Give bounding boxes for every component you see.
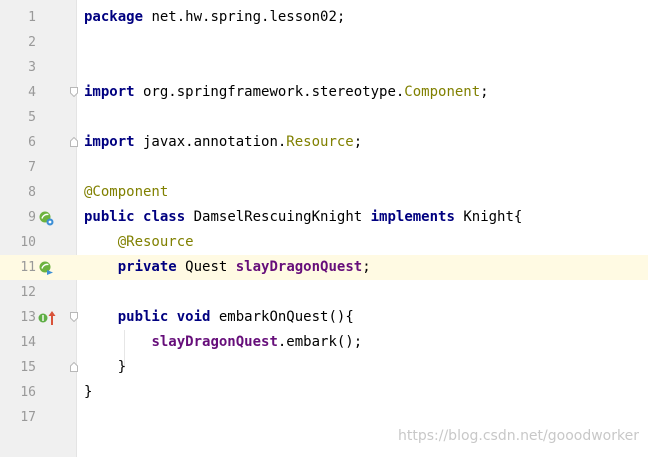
code-line-15[interactable]: 15 } [0,355,648,380]
code-line-8[interactable]: 8 @Component [0,180,648,205]
token-text: embarkOnQuest(){ [210,309,354,325]
code-line-1[interactable]: 1 package net.hw.spring.lesson02; [0,5,648,30]
token-kw: public [117,309,169,325]
token-text: Knight{ [454,209,523,225]
code-text: } [84,355,126,380]
code-text: @Component [84,180,168,205]
line-number: 14 [20,335,36,350]
token-kw: import [84,134,135,150]
token-kw: void [176,309,211,325]
code-text: import org.springframework.stereotype.Co… [84,80,489,105]
token-ann: @Component [84,184,169,200]
code-text: @Resource [84,230,194,255]
token-text: ; [353,134,363,150]
code-line-4[interactable]: 4 import org.springframework.stereotype.C… [0,80,648,105]
line-number: 8 [28,185,36,200]
line-number: 7 [28,160,36,175]
token-text: } [84,384,93,400]
line-number: 6 [28,135,36,150]
token-kw: class [143,209,186,225]
token-kw: package [84,9,144,25]
line-number: 17 [20,410,36,425]
code-line-17[interactable]: 17 [0,405,648,430]
line-number: 4 [28,85,36,100]
code-line-10[interactable]: 10 @Resource [0,230,648,255]
fold-marker-icon[interactable] [70,362,78,372]
token-kw: private [117,259,177,275]
line-number: 5 [28,110,36,125]
code-line-6[interactable]: 6 import javax.annotation.Resource; [0,130,648,155]
implements-method-icon[interactable] [38,310,48,326]
code-line-12[interactable]: 12 [0,280,648,305]
code-text: public class DamselRescuingKnight implem… [84,205,522,230]
watermark: https://blog.csdn.net/gooodworker [398,428,639,444]
line-number: 1 [28,10,36,25]
fold-marker-icon[interactable] [70,312,78,322]
code-line-2[interactable]: 2 [0,30,648,55]
token-text: } [84,359,127,375]
token-kw: public [84,209,135,225]
line-number: 2 [28,35,36,50]
code-text: private Quest slayDragonQuest; [84,255,371,280]
code-text: slayDragonQuest.embark(); [84,330,362,355]
token-text: javax.annotation. [134,134,287,150]
token-text: org.springframework.stereotype. [134,84,405,100]
line-number: 16 [20,385,36,400]
token-text: DamselRescuingKnight [185,209,371,225]
token-fld: slayDragonQuest [235,259,363,275]
code-line-16[interactable]: 16} [0,380,648,405]
token-ann: @Resource [117,234,194,250]
spring-bean-icon[interactable] [38,210,54,226]
token-text: net.hw.spring.lesson02; [143,9,346,25]
line-number: 13 [20,310,36,325]
token-cls: Resource [286,134,354,150]
code-editor[interactable]: 1 package net.hw.spring.lesson02; 2 3 4 impor… [0,0,648,457]
code-line-5[interactable]: 5 [0,105,648,130]
code-text: public void embarkOnQuest(){ [84,305,354,330]
code-line-7[interactable]: 7 [0,155,648,180]
fold-marker-icon[interactable] [70,87,78,97]
token-text: Quest [176,259,236,275]
code-line-11[interactable]: 11 private Quest slayDragonQuest; [0,255,648,280]
token-kw: import [84,84,135,100]
token-text: ; [480,84,489,100]
code-line-14[interactable]: 14 slayDragonQuest.embark(); [0,330,648,355]
token-fld: slayDragonQuest [151,334,278,350]
up-arrow-icon[interactable] [48,310,56,326]
code-text: import javax.annotation.Resource; [84,130,362,155]
code-line-13[interactable]: 13 public void embarkOnQuest(){ [0,305,648,330]
token-text: .embark(); [277,334,363,350]
line-number: 3 [28,60,36,75]
line-number: 10 [20,235,36,250]
token-cls: Component [404,84,481,100]
code-text: package net.hw.spring.lesson02; [84,5,345,30]
spring-bean-autowired-icon[interactable] [38,260,54,276]
token-kw: implements [370,209,455,225]
code-line-9[interactable]: 9 public class DamselRescuingKnight imple… [0,205,648,230]
line-number: 12 [20,285,36,300]
fold-marker-icon[interactable] [70,137,78,147]
token-text: ; [362,259,371,275]
line-number: 15 [20,360,36,375]
line-number: 9 [28,210,36,225]
line-number: 11 [0,255,36,280]
code-text: } [84,380,92,405]
code-line-3[interactable]: 3 [0,55,648,80]
